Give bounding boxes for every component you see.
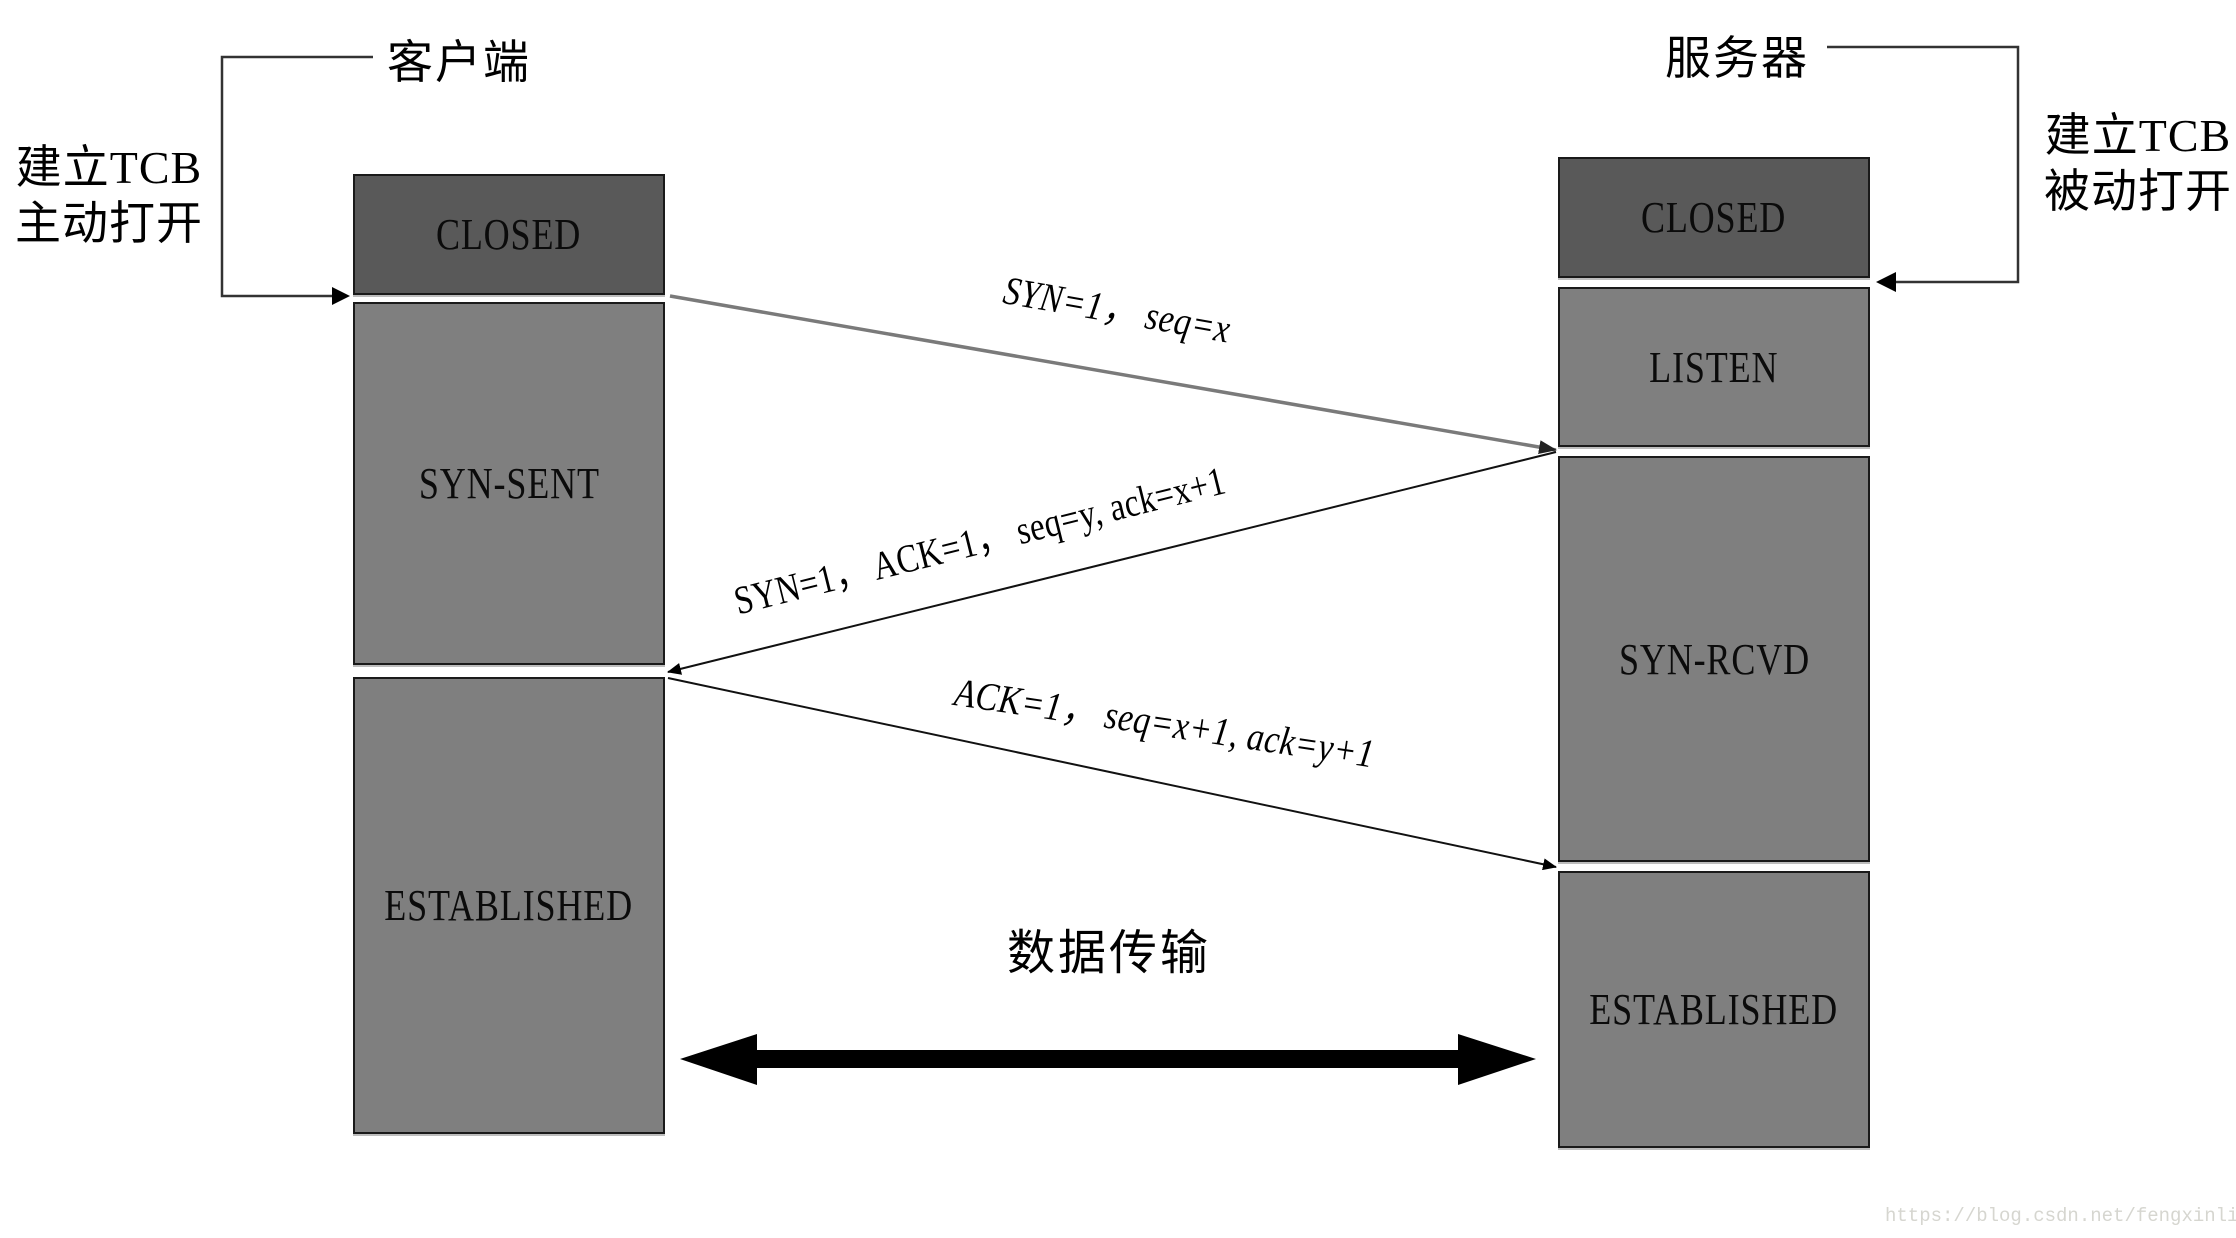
client-open-bracket [220,55,373,298]
state-label: CLOSED [1641,193,1787,242]
server-state-syn-rcvd: SYN-RCVD [1558,456,1870,862]
client-state-closed: CLOSED [353,174,665,295]
state-label: SYN-RCVD [1618,634,1810,684]
server-state-established: ESTABLISHED [1558,871,1870,1148]
watermark: https://blog.csdn.net/fengxinlinux [1885,1205,2236,1227]
client-state-established: ESTABLISHED [353,677,665,1134]
state-label: SYN-SENT [418,459,600,508]
state-label: CLOSED [436,210,582,259]
state-label: ESTABLISHED [1589,985,1839,1034]
data-transfer-arrow [680,1034,1536,1085]
server-state-closed: CLOSED [1558,157,1870,278]
server-role-label: 服务器 [1665,33,1809,84]
server-open-arrowhead [1876,272,1896,292]
server-action-label: 建立TCB 被动打开 [2040,108,2236,220]
diagram-canvas [220,45,2020,1085]
server-state-listen: LISTEN [1558,287,1870,447]
server-action-line2: 被动打开 [2044,166,2232,217]
client-open-arrowhead [332,287,350,305]
server-action-line1: 建立TCB [2044,110,2232,161]
state-label: ESTABLISHED [384,881,634,930]
client-action-line1: 建立TCB [15,142,203,193]
data-transfer-label: 数据传输 [1007,927,1212,980]
client-state-syn-sent: SYN-SENT [353,302,665,665]
state-label: LISTEN [1649,342,1779,392]
client-action-label: 建立TCB 主动打开 [14,140,204,252]
client-role-label: 客户端 [387,37,531,88]
client-action-line2: 主动打开 [15,198,203,249]
